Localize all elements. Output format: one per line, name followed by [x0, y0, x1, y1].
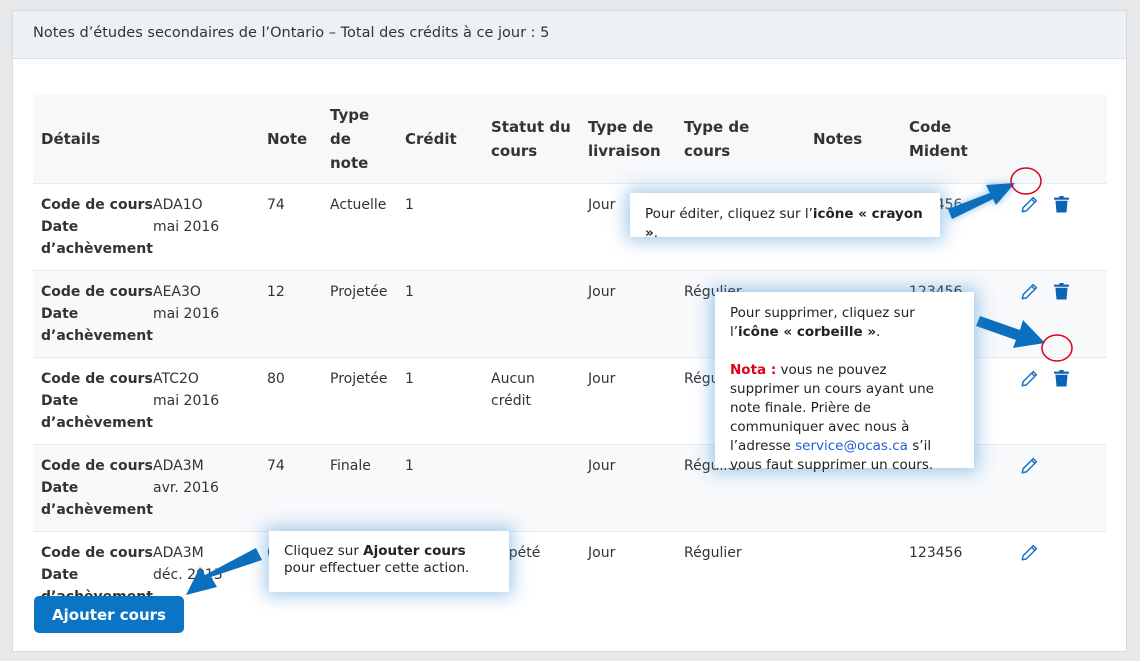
livraison-cell: Jour [580, 531, 676, 618]
course-code: ADA3M [153, 545, 204, 561]
trash-icon[interactable] [1054, 370, 1069, 394]
type-note-cell: Projetée [322, 270, 397, 358]
details-cell: Code de cours ATC2O Date d’achèvement mai … [33, 357, 259, 445]
trash-icon[interactable] [1054, 283, 1069, 307]
pencil-icon[interactable] [1021, 457, 1038, 481]
col-actions [1001, 95, 1107, 184]
livraison-cell: Jour [580, 444, 676, 532]
actions-cell [1001, 183, 1107, 271]
statut-cell [483, 270, 580, 358]
actions-cell [1001, 357, 1107, 445]
note-cell: 12 [259, 270, 322, 358]
type-note-cell: Projetée [322, 357, 397, 445]
tooltip-delete: Pour supprimer, cliquez sur l’icône « co… [715, 292, 974, 473]
col-notes: Notes [805, 95, 901, 184]
course-code-label: Code de cours [41, 371, 153, 387]
col-credit: Crédit [397, 95, 483, 184]
statut-cell: Aucun crédit [483, 357, 580, 445]
completion-date: mai 2016 [153, 306, 220, 322]
tooltip-edit: Pour éditer, cliquez sur l’icône « crayo… [630, 193, 940, 241]
col-note: Note [259, 95, 322, 184]
notes-cell [805, 531, 901, 618]
course-code-label: Code de cours [41, 284, 153, 300]
completion-date: avr. 2016 [153, 480, 219, 496]
type-cours-cell: Régulier [676, 531, 805, 618]
note-cell: 74 [259, 444, 322, 532]
add-course-button[interactable]: Ajouter cours [34, 596, 184, 633]
table-header: Détails Note Type de note Crédit Statut … [33, 95, 1107, 184]
actions-cell [1001, 270, 1107, 358]
note-cell: 74 [259, 183, 322, 271]
details-cell: Code de cours ADA1O Date d’achèvement mai … [33, 183, 259, 271]
course-code: AEA3O [153, 284, 201, 300]
course-code: ATC2O [153, 371, 199, 387]
credit-cell: 1 [397, 270, 483, 358]
pencil-icon[interactable] [1021, 544, 1038, 568]
course-code-label: Code de cours [41, 545, 153, 561]
trash-icon[interactable] [1054, 196, 1069, 220]
actions-cell [1001, 444, 1107, 532]
col-mident: Code Mident [901, 95, 1001, 184]
pencil-icon[interactable] [1021, 370, 1038, 394]
col-livraison: Type de livraison [580, 95, 676, 184]
pencil-icon[interactable] [1021, 196, 1038, 220]
tooltip-add: Cliquez sur Ajouter cours pour effectuer… [269, 531, 509, 592]
completion-date-label: Date d’achèvement [41, 219, 153, 257]
col-type-cours: Type de cours [676, 95, 805, 184]
course-code-label: Code de cours [41, 197, 153, 213]
course-code-label: Code de cours [41, 458, 153, 474]
credit-cell: 1 [397, 183, 483, 271]
table-row: Code de cours ADA1O Date d’achèvement mai … [33, 183, 1107, 271]
course-code: ADA3M [153, 458, 204, 474]
completion-date-label: Date d’achèvement [41, 393, 153, 431]
col-statut: Statut du cours [483, 95, 580, 184]
col-type-note: Type de note [322, 95, 397, 184]
statut-cell [483, 183, 580, 271]
card-title: Notes d’études secondaires de l’Ontario … [13, 11, 1126, 59]
credit-cell: 1 [397, 444, 483, 532]
actions-cell [1001, 531, 1107, 618]
mident-cell: 123456 [901, 531, 1001, 618]
livraison-cell: Jour [580, 270, 676, 358]
livraison-cell: Jour [580, 357, 676, 445]
completion-date-label: Date d’achèvement [41, 480, 153, 518]
type-note-cell: Actuelle [322, 183, 397, 271]
credit-cell: 1 [397, 357, 483, 445]
completion-date: mai 2016 [153, 393, 220, 409]
table-row: Code de coursADA3M Date d’achèvementdéc.… [33, 531, 1107, 618]
statut-cell [483, 444, 580, 532]
details-cell: Code de cours AEA3O Date d’achèvement mai … [33, 270, 259, 358]
completion-date-label: Date d’achèvement [41, 306, 153, 344]
type-note-cell: Finale [322, 444, 397, 532]
completion-date: mai 2016 [153, 219, 220, 235]
course-code: ADA1O [153, 197, 203, 213]
pencil-icon[interactable] [1021, 283, 1038, 307]
details-cell: Code de cours ADA3M Date d’achèvement avr.… [33, 444, 259, 532]
email-link[interactable]: service@ocas.ca [795, 438, 908, 454]
col-details: Détails [33, 95, 259, 184]
note-cell: 80 [259, 357, 322, 445]
